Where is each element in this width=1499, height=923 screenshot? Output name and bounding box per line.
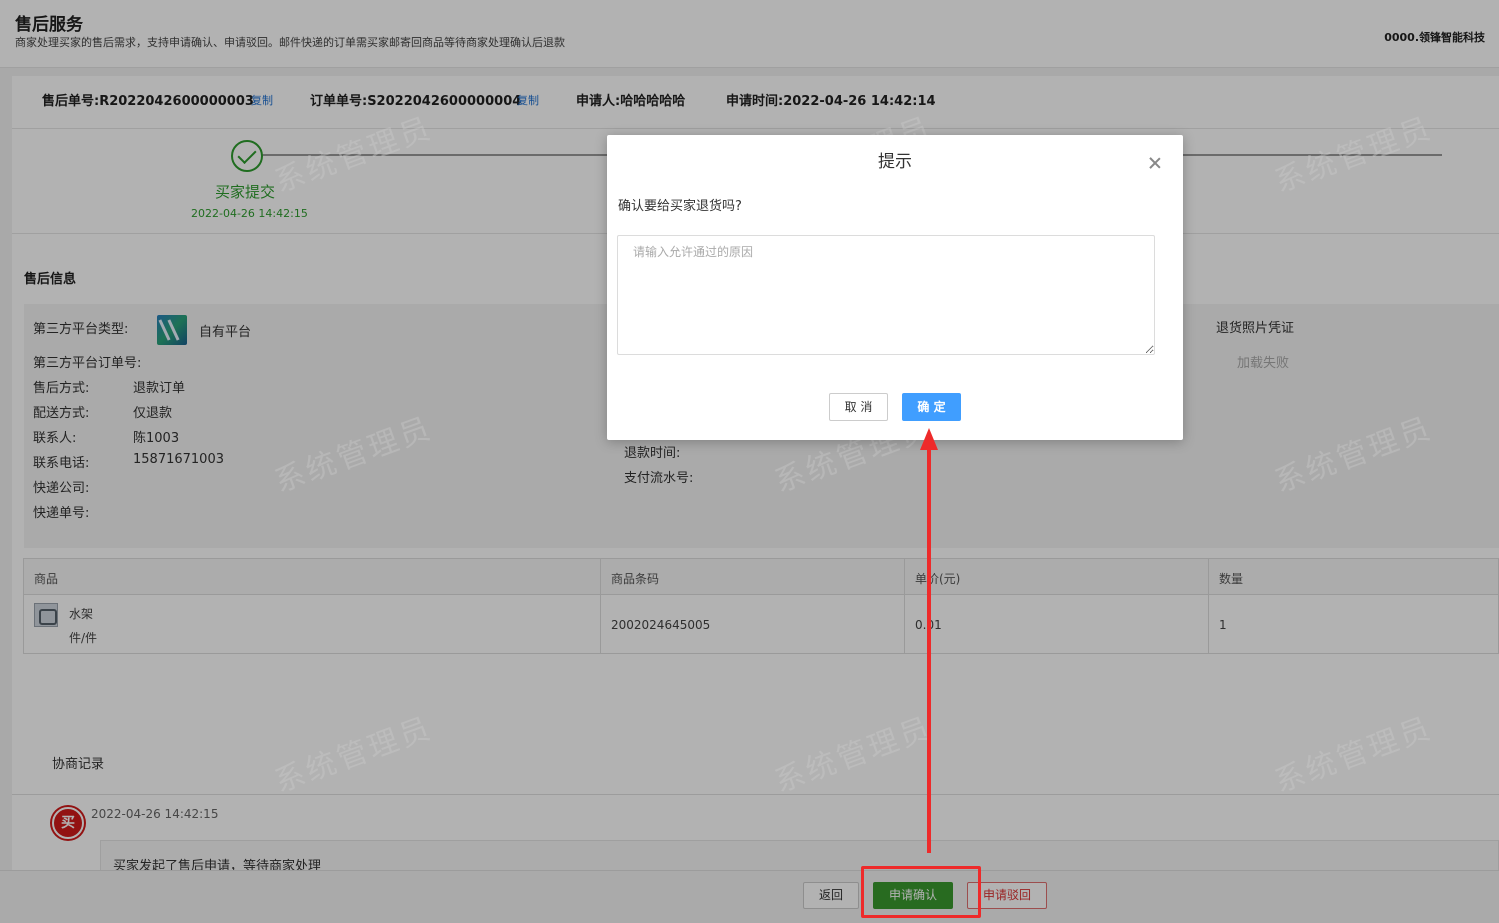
annotation-arrow-up-icon [920,428,938,450]
reason-textarea[interactable] [617,235,1155,355]
confirm-dialog: 提示 确认要给买家退货吗? 取 消 确 定 [607,135,1183,440]
close-icon[interactable] [1147,155,1163,171]
dialog-title: 提示 [878,152,912,172]
annotation-highlight-box [861,866,981,918]
ok-button[interactable]: 确 定 [902,393,961,421]
dialog-message: 确认要给买家退货吗? [618,199,742,214]
cancel-button[interactable]: 取 消 [829,393,888,421]
annotation-arrow-shaft [927,445,931,853]
